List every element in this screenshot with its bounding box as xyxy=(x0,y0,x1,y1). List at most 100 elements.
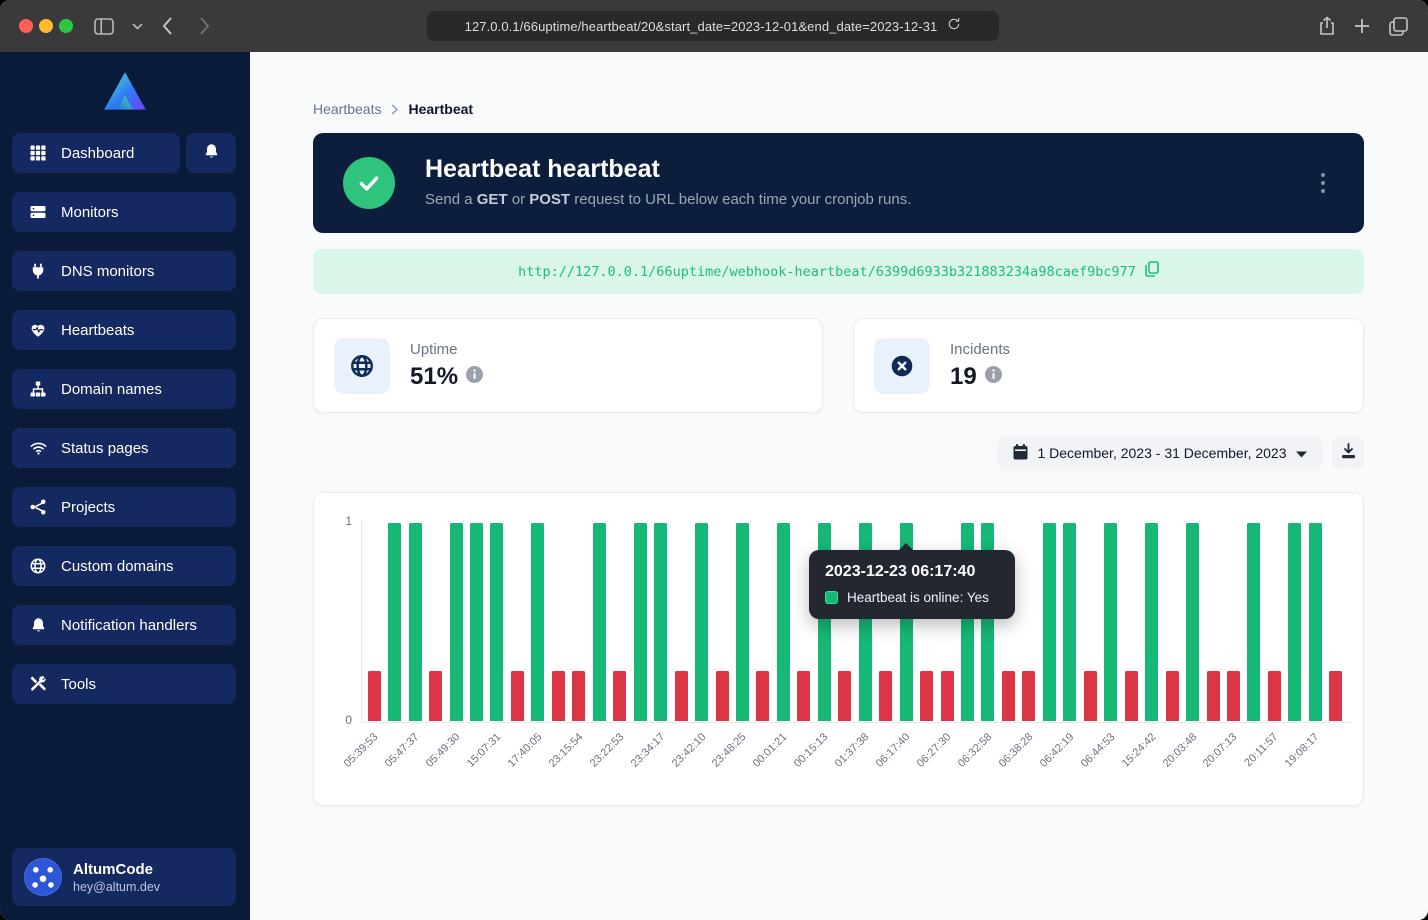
tabs-overview-icon[interactable] xyxy=(1386,14,1410,38)
heartbeat-bar-offline[interactable] xyxy=(1002,671,1015,721)
app-logo[interactable] xyxy=(0,68,250,118)
heartbeat-bar-online[interactable] xyxy=(1063,523,1076,721)
heartbeat-bar-online[interactable] xyxy=(470,523,483,721)
heartbeat-bar-online[interactable] xyxy=(634,523,647,721)
heartbeat-bar-online[interactable] xyxy=(450,523,463,721)
sidebar-item-notification-handlers[interactable]: Notification handlers xyxy=(12,605,236,645)
y-axis-tick-1: 1 xyxy=(322,514,352,528)
heartbeat-bar-offline[interactable] xyxy=(1084,671,1097,721)
heartbeat-bar-offline[interactable] xyxy=(552,671,565,721)
tooltip-timestamp: 2023-12-23 06:17:40 xyxy=(825,563,999,581)
heartbeat-bar-offline[interactable] xyxy=(941,671,954,721)
heartbeat-bar-offline[interactable] xyxy=(1125,671,1138,721)
webhook-url-bar[interactable]: http://127.0.0.1/66uptime/webhook-heartb… xyxy=(313,249,1364,294)
heartbeat-bar-offline[interactable] xyxy=(797,671,810,721)
date-range-picker[interactable]: 1 December, 2023 - 31 December, 2023 xyxy=(998,435,1322,471)
heartbeat-bar-online[interactable] xyxy=(695,523,708,721)
sidebar-item-heartbeats[interactable]: Heartbeats xyxy=(12,310,236,350)
info-icon[interactable] xyxy=(466,366,483,388)
sidebar-item-monitors[interactable]: Monitors xyxy=(12,192,236,232)
forward-icon[interactable] xyxy=(192,14,216,38)
heartbeat-bar-offline[interactable] xyxy=(1022,671,1035,721)
kebab-menu-icon[interactable] xyxy=(1314,165,1332,201)
heartbeat-bar-offline[interactable] xyxy=(1268,671,1281,721)
heartbeat-chart-card: 1 0 05:39:5305:47:3705:49:3015:07:3117:4… xyxy=(313,492,1364,806)
share-icon[interactable] xyxy=(1315,14,1339,38)
sidebar-item-label: DNS monitors xyxy=(61,263,154,280)
heartbeat-bar-offline[interactable] xyxy=(920,671,933,721)
heartbeat-bar-offline[interactable] xyxy=(572,671,585,721)
heartbeat-bar-online[interactable] xyxy=(593,523,606,721)
heartbeat-bar-online[interactable] xyxy=(490,523,503,721)
breadcrumb: Heartbeats Heartbeat xyxy=(313,101,473,117)
heartbeat-bar-online[interactable] xyxy=(1104,523,1117,721)
heartbeat-bar-offline[interactable] xyxy=(368,671,381,721)
url-text: 127.0.0.1/66uptime/heartbeat/20&start_da… xyxy=(465,19,938,34)
uptime-label: Uptime xyxy=(410,341,458,358)
breadcrumb-heartbeats-link[interactable]: Heartbeats xyxy=(313,101,381,117)
export-button[interactable] xyxy=(1332,437,1364,469)
heartbeat-bar-online[interactable] xyxy=(1145,523,1158,721)
heartbeat-bar-online[interactable] xyxy=(409,523,422,721)
heartbeat-bar-offline[interactable] xyxy=(756,671,769,721)
incidents-value: 19 xyxy=(950,363,977,391)
sidebar-toggle-icon[interactable] xyxy=(92,14,116,38)
heartbeat-bar-offline[interactable] xyxy=(1329,671,1342,721)
heartbeat-bar-offline[interactable] xyxy=(1227,671,1240,721)
heartbeat-bar-online[interactable] xyxy=(388,523,401,721)
sidebar-item-label: Domain names xyxy=(61,381,162,398)
heartbeat-bar-offline[interactable] xyxy=(675,671,688,721)
address-bar[interactable]: 127.0.0.1/66uptime/heartbeat/20&start_da… xyxy=(427,11,999,41)
minimize-window-button[interactable] xyxy=(39,19,53,33)
heartbeat-bar-online[interactable] xyxy=(1186,523,1199,721)
heartbeat-bar-online[interactable] xyxy=(654,523,667,721)
notifications-button[interactable] xyxy=(186,133,236,173)
plug-icon xyxy=(28,261,48,281)
globe-icon xyxy=(28,556,48,576)
heartbeat-header-card: Heartbeat heartbeat Send a GET or POST r… xyxy=(313,133,1364,233)
heartbeat-bar-offline[interactable] xyxy=(1207,671,1220,721)
heartbeat-bar-offline[interactable] xyxy=(879,671,892,721)
heartbeat-bar-online[interactable] xyxy=(531,523,544,721)
reload-icon[interactable] xyxy=(947,17,961,36)
bell-icon xyxy=(203,142,220,165)
sidebar-item-domain-names[interactable]: Domain names xyxy=(12,369,236,409)
heartbeat-bar-offline[interactable] xyxy=(429,671,442,721)
main-content: Heartbeats Heartbeat Heartbeat heartbeat… xyxy=(250,52,1428,920)
new-tab-icon[interactable] xyxy=(1350,14,1374,38)
sidebar-item-tools[interactable]: Tools xyxy=(12,664,236,704)
uptime-value: 51% xyxy=(410,363,458,391)
heartbeat-bar-online[interactable] xyxy=(1288,523,1301,721)
user-name: AltumCode xyxy=(73,860,160,879)
close-window-button[interactable] xyxy=(19,19,33,33)
copy-icon[interactable] xyxy=(1145,261,1159,282)
sidebar-item-status-pages[interactable]: Status pages xyxy=(12,428,236,468)
heartbeat-bar-online[interactable] xyxy=(1247,523,1260,721)
sidebar: Dashboard Monitors DNS monitors Heartbeats D… xyxy=(0,52,250,920)
chevron-down-icon[interactable] xyxy=(125,14,149,38)
heartbeat-bar-offline[interactable] xyxy=(511,671,524,721)
sidebar-item-dashboard[interactable]: Dashboard xyxy=(12,133,180,173)
info-icon[interactable] xyxy=(985,366,1002,388)
back-icon[interactable] xyxy=(155,14,179,38)
heartbeat-bar-online[interactable] xyxy=(1043,523,1056,721)
heartbeat-bar-offline[interactable] xyxy=(613,671,626,721)
breadcrumb-chevron-icon xyxy=(391,104,398,115)
server-icon xyxy=(28,202,48,222)
sidebar-item-dns-monitors[interactable]: DNS monitors xyxy=(12,251,236,291)
browser-toolbar: 127.0.0.1/66uptime/heartbeat/20&start_da… xyxy=(0,0,1428,52)
heartbeat-bar-offline[interactable] xyxy=(1166,671,1179,721)
sidebar-item-custom-domains[interactable]: Custom domains xyxy=(12,546,236,586)
y-axis-line xyxy=(361,521,362,723)
heartbeat-bar-offline[interactable] xyxy=(838,671,851,721)
user-card[interactable]: AltumCode hey@altum.dev xyxy=(12,848,236,906)
zoom-window-button[interactable] xyxy=(59,19,73,33)
sidebar-item-label: Heartbeats xyxy=(61,322,134,339)
heartbeat-bar-online[interactable] xyxy=(777,523,790,721)
heartbeat-bar-online[interactable] xyxy=(1309,523,1322,721)
heartbeat-bar-online[interactable] xyxy=(736,523,749,721)
sidebar-item-label: Notification handlers xyxy=(61,617,197,634)
heartbeat-bar-offline[interactable] xyxy=(716,671,729,721)
sidebar-item-projects[interactable]: Projects xyxy=(12,487,236,527)
webhook-url: http://127.0.0.1/66uptime/webhook-heartb… xyxy=(518,264,1136,280)
